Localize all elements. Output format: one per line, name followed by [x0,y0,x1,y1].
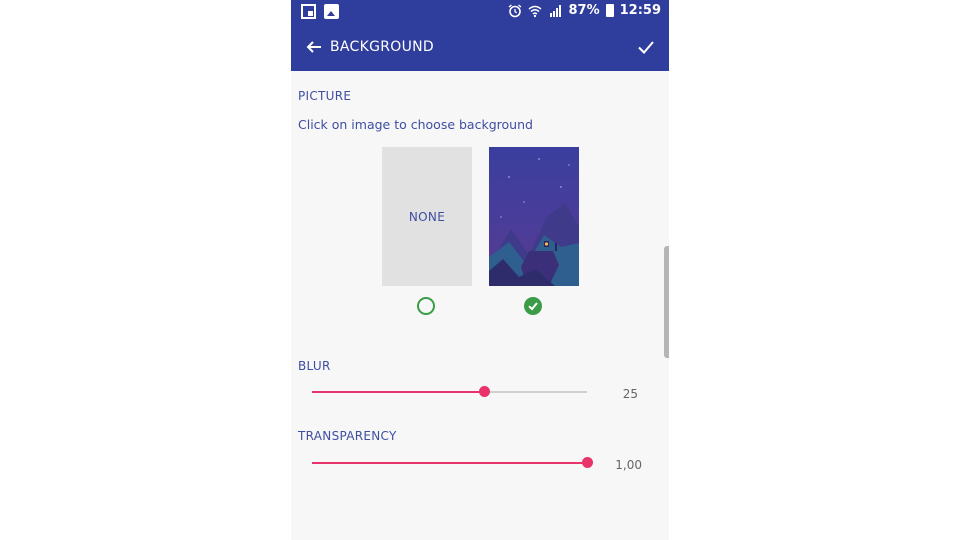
confirm-check-icon[interactable] [635,36,657,58]
app-bar: BACKGROUND [291,24,669,71]
status-bar: 87% 12:59 [291,0,669,24]
transparency-slider-fill [312,462,587,464]
blur-section-label: BLUR [298,359,331,373]
none-radio-button[interactable] [417,297,435,315]
transparency-slider-thumb[interactable] [582,457,593,468]
background-option-none[interactable]: NONE [382,147,472,286]
battery-percent: 87% [568,3,600,18]
phone-screen: 87% 12:59 BACKGROUND PICTURE Click on im… [291,0,669,540]
blur-value: 25 [622,387,638,401]
edge-panel-handle[interactable] [664,246,669,358]
back-arrow-icon[interactable] [303,36,325,58]
transparency-slider[interactable] [312,453,593,473]
check-icon [528,302,538,311]
image-notification-icon [324,4,339,19]
clock: 12:59 [619,3,661,18]
transparency-section-label: TRANSPARENCY [298,429,397,443]
flipboard-notification-icon [301,4,316,19]
picture-hint: Click on image to choose background [298,117,533,132]
wifi-icon [529,5,542,17]
signal-icon [550,4,562,17]
blur-slider[interactable] [312,382,587,402]
blur-slider-thumb[interactable] [478,386,490,397]
background-option-mountain-image[interactable] [489,147,579,286]
picture-section-label: PICTURE [298,89,352,103]
none-option-label: NONE [408,209,446,224]
page-title: BACKGROUND [330,39,434,55]
alarm-icon [509,3,522,17]
transparency-value: 1,00 [615,458,642,472]
mountain-night-image [489,147,579,286]
blur-slider-fill [312,391,484,393]
image-radio-button-selected[interactable] [524,297,542,315]
battery-icon [605,4,614,17]
